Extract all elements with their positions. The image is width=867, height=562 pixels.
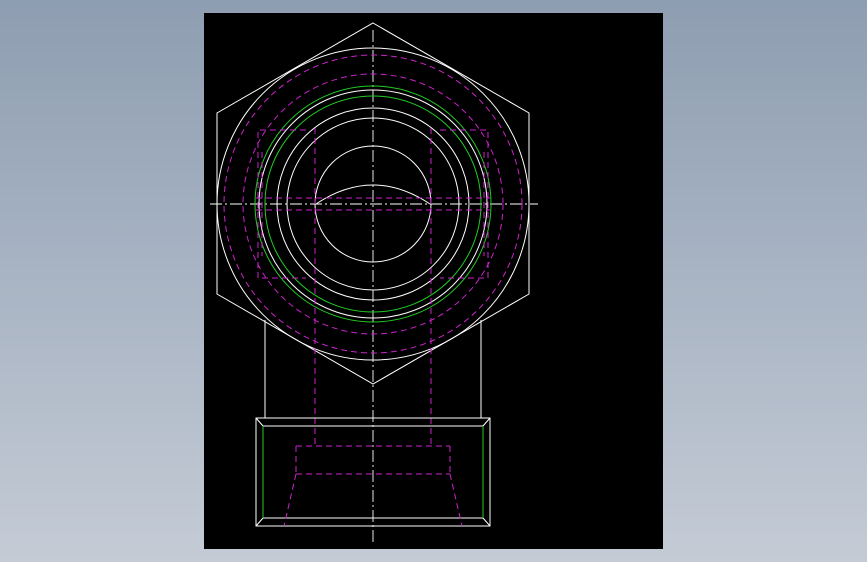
chamfer-tr (482, 417, 491, 427)
chamfer-tl (255, 417, 264, 427)
drawing-canvas (210, 22, 538, 545)
chamfer-bl (255, 517, 264, 527)
cad-drawing-viewport[interactable] (204, 13, 663, 549)
chamfer-br (482, 517, 491, 527)
